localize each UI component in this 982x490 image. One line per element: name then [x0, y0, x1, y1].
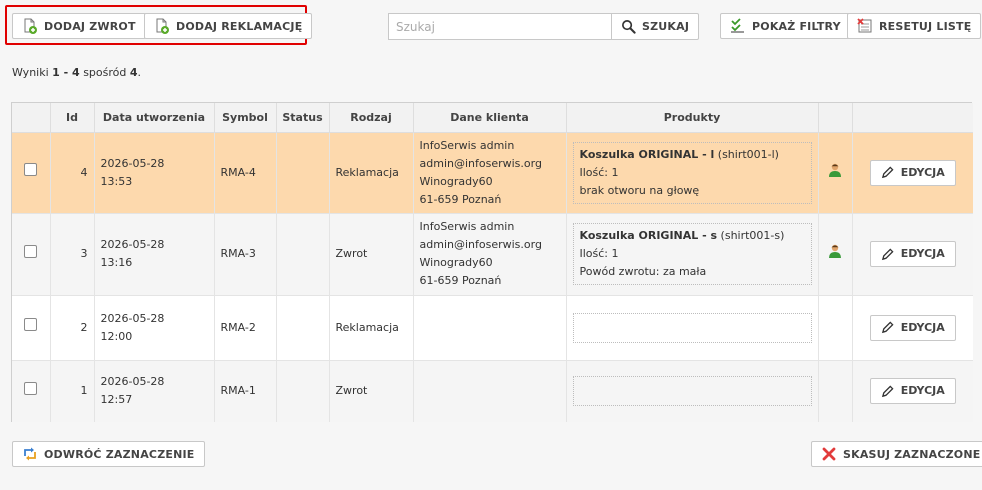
row-products — [566, 360, 819, 422]
header-icon — [818, 103, 853, 133]
table-header: Id Data utworzenia Symbol Status Rodzaj … — [12, 103, 973, 133]
invert-selection-label: ODWRÓĆ ZAZNACZENIE — [44, 447, 195, 461]
row-status — [276, 132, 330, 214]
invert-selection-button[interactable]: ODWRÓĆ ZAZNACZENIE — [12, 441, 205, 467]
product-box: Koszulka ORIGINAL - s (shirt001-s) Ilość… — [572, 223, 812, 285]
header-products: Produkty — [566, 103, 819, 133]
header-actions — [852, 103, 973, 133]
add-return-button[interactable]: DODAJ ZWROT — [12, 13, 146, 39]
results-summary: Wyniki 1 - 4 spośród 4. — [12, 66, 142, 79]
row-products: Koszulka ORIGINAL - s (shirt001-s) Ilość… — [566, 213, 819, 296]
row-created: 2026-05-28 13:53 — [94, 132, 215, 214]
row-products: Koszulka ORIGINAL - l (shirt001-l) Ilość… — [566, 132, 819, 214]
row-client — [413, 295, 567, 361]
row-type: Zwrot — [329, 213, 414, 296]
row-symbol: RMA-3 — [214, 213, 277, 296]
row-checkbox[interactable] — [24, 381, 38, 395]
table-row[interactable]: 2 2026-05-28 12:00 RMA-2 Reklamacja EDYC… — [12, 295, 973, 361]
row-client — [413, 360, 567, 422]
header-status[interactable]: Status — [276, 103, 330, 133]
add-return-label: DODAJ ZWROT — [44, 19, 136, 33]
header-type[interactable]: Rodzaj — [329, 103, 414, 133]
document-add-icon — [156, 18, 169, 34]
row-status — [276, 213, 330, 296]
row-id: 4 — [50, 132, 95, 214]
row-created: 2026-05-28 12:57 — [94, 360, 215, 422]
delete-x-icon — [822, 447, 836, 461]
row-checkbox[interactable] — [24, 244, 38, 258]
reset-list-label: RESETUJ LISTĘ — [879, 19, 972, 33]
row-id: 1 — [50, 360, 95, 422]
row-created: 2026-05-28 12:00 — [94, 295, 215, 361]
row-type: Zwrot — [329, 360, 414, 422]
header-id[interactable]: Id — [50, 103, 95, 133]
delete-selected-button[interactable]: SKASUJ ZAZNACZONE — [811, 441, 982, 467]
user-icon[interactable] — [828, 244, 842, 258]
edit-button[interactable]: EDYCJA — [869, 314, 956, 341]
user-icon[interactable] — [828, 163, 842, 177]
row-symbol: RMA-2 — [214, 295, 277, 361]
row-products — [566, 295, 819, 361]
row-status — [276, 360, 330, 422]
product-box: Koszulka ORIGINAL - l (shirt001-l) Ilość… — [572, 141, 812, 204]
search-input[interactable] — [388, 13, 612, 40]
row-type: Reklamacja — [329, 132, 414, 214]
edit-button[interactable]: EDYCJA — [869, 378, 956, 405]
reset-list-button[interactable]: RESETUJ LISTĘ — [847, 13, 982, 39]
row-checkbox[interactable] — [24, 318, 38, 331]
row-client: InfoSerwis admin admin@infoserwis.org Wi… — [413, 132, 567, 214]
pencil-icon — [881, 166, 894, 179]
pencil-icon — [881, 247, 894, 260]
header-client: Dane klienta — [413, 103, 567, 133]
product-box — [572, 376, 812, 407]
show-filters-button[interactable]: POKAŻ FILTRY — [720, 13, 851, 39]
row-symbol: RMA-4 — [214, 132, 277, 214]
row-client: InfoSerwis admin admin@infoserwis.org Wi… — [413, 213, 567, 296]
filter-check-icon — [731, 18, 744, 33]
edit-button[interactable]: EDYCJA — [869, 241, 956, 267]
search-button[interactable]: SZUKAJ — [611, 13, 700, 40]
magnifier-icon — [622, 20, 636, 34]
header-symbol[interactable]: Symbol — [214, 103, 277, 133]
row-id: 3 — [50, 213, 95, 296]
add-complaint-label: DODAJ REKLAMACJĘ — [176, 19, 303, 33]
invert-arrows-icon — [24, 447, 36, 461]
row-checkbox[interactable] — [24, 163, 38, 176]
product-box — [572, 312, 812, 343]
row-status — [276, 295, 330, 361]
show-filters-label: POKAŻ FILTRY — [752, 19, 841, 33]
row-created: 2026-05-28 13:16 — [94, 213, 215, 296]
rma-table: Id Data utworzenia Symbol Status Rodzaj … — [11, 102, 973, 422]
table-row[interactable]: 3 2026-05-28 13:16 RMA-3 Zwrot InfoSerwis… — [12, 213, 973, 296]
add-complaint-button[interactable]: DODAJ REKLAMACJĘ — [144, 13, 313, 39]
pencil-icon — [881, 385, 894, 397]
row-type: Reklamacja — [329, 295, 414, 361]
header-select — [12, 103, 51, 133]
table-row[interactable]: 1 2026-05-28 12:57 RMA-1 Zwrot EDYCJA — [12, 360, 973, 422]
row-symbol: RMA-1 — [214, 360, 277, 422]
table-row[interactable]: 4 2026-05-28 13:53 RMA-4 Reklamacja InfoS… — [12, 132, 973, 214]
pencil-icon — [881, 321, 894, 334]
header-created[interactable]: Data utworzenia — [94, 103, 215, 133]
reset-list-icon — [857, 18, 872, 33]
edit-button[interactable]: EDYCJA — [869, 159, 956, 186]
document-add-icon — [24, 18, 37, 34]
row-id: 2 — [50, 295, 95, 361]
delete-selected-label: SKASUJ ZAZNACZONE — [843, 447, 981, 461]
search-label: SZUKAJ — [642, 20, 690, 33]
